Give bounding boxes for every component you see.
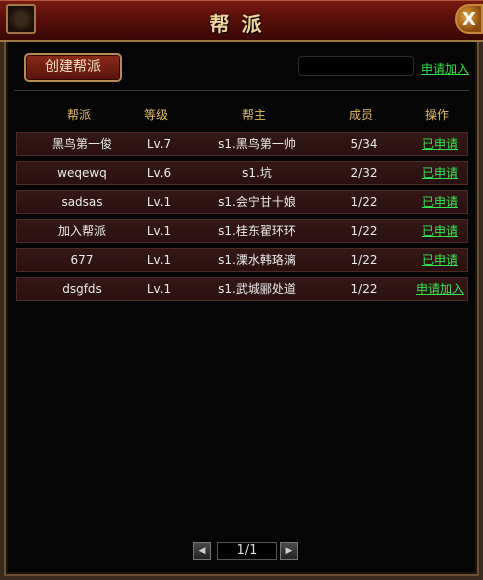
guild-members: 1/22 [350, 224, 378, 238]
guild-level: Lv.1 [146, 195, 172, 209]
guild-leader: s1.黑鸟第一帅 [218, 137, 296, 151]
page-indicator: 1/1 [217, 542, 277, 560]
header-guild: 帮派 [66, 108, 91, 122]
guild-members: 2/32 [350, 166, 378, 180]
header-leader: 帮主 [241, 108, 266, 122]
guild-level: Lv.1 [146, 253, 172, 267]
guild-name: 加入帮派 [57, 224, 106, 238]
guild-members: 1/22 [350, 253, 378, 267]
guild-name: 黑鸟第一俊 [51, 137, 112, 151]
guild-action-link[interactable]: 已申请 [407, 191, 473, 213]
guild-level: Lv.7 [146, 137, 172, 151]
guild-action-link[interactable]: 申请加入 [407, 278, 473, 300]
guild-name: dsgfds [62, 282, 102, 296]
close-button[interactable]: X [455, 4, 483, 34]
guild-name: weqewq [57, 166, 107, 180]
window-title: 帮派 [209, 12, 274, 36]
guild-level: Lv.1 [146, 224, 172, 238]
table-row: sadsas Lv.1 s1.会宁甘十娘 1/22 已申请 [16, 190, 468, 214]
guild-search-input[interactable] [298, 56, 414, 76]
guild-members: 1/22 [350, 282, 378, 296]
guild-table: 帮派 等级 帮主 成员 操作 黑鸟第一俊 Lv.7 s1.黑鸟第一帅 5/34 … [14, 90, 469, 531]
guild-leader: s1.溧水韩珞漓 [218, 253, 296, 267]
header-action: 操作 [424, 108, 449, 122]
guild-action-link[interactable]: 已申请 [407, 133, 473, 155]
table-row: 677 Lv.1 s1.溧水韩珞漓 1/22 已申请 [16, 248, 468, 272]
guild-name: sadsas [61, 195, 103, 209]
header-level: 等级 [143, 108, 168, 122]
title-bar: 帮派 X [0, 0, 483, 42]
guild-leader: s1.会宁甘十娘 [218, 195, 296, 209]
guild-level: Lv.6 [146, 166, 172, 180]
pagination: ◀ 1/1 ▶ [193, 542, 298, 560]
create-guild-button[interactable]: 创建帮派 [24, 53, 122, 82]
next-page-icon[interactable]: ▶ [280, 542, 298, 560]
table-row: 黑鸟第一俊 Lv.7 s1.黑鸟第一帅 5/34 已申请 [16, 132, 468, 156]
guild-name: 677 [70, 253, 94, 267]
table-row: dsgfds Lv.1 s1.武城郦处道 1/22 申请加入 [16, 277, 468, 301]
guild-members: 1/22 [350, 195, 378, 209]
guild-action-link[interactable]: 已申请 [407, 249, 473, 271]
apply-join-link[interactable]: 申请加入 [421, 60, 469, 77]
guild-action-link[interactable]: 已申请 [407, 162, 473, 184]
table-row: weqewq Lv.6 s1.坑 2/32 已申请 [16, 161, 468, 185]
guild-leader: s1.武城郦处道 [218, 282, 296, 296]
table-row: 加入帮派 Lv.1 s1.桂东翟环环 1/22 已申请 [16, 219, 468, 243]
guild-leader: s1.坑 [242, 166, 272, 180]
guild-members: 5/34 [350, 137, 378, 151]
guild-action-link[interactable]: 已申请 [407, 220, 473, 242]
guild-leader: s1.桂东翟环环 [218, 224, 296, 238]
table-header: 帮派 等级 帮主 成员 操作 [14, 106, 469, 124]
header-members: 成员 [348, 108, 373, 122]
prev-page-icon[interactable]: ◀ [193, 542, 211, 560]
guild-level: Lv.1 [146, 282, 172, 296]
